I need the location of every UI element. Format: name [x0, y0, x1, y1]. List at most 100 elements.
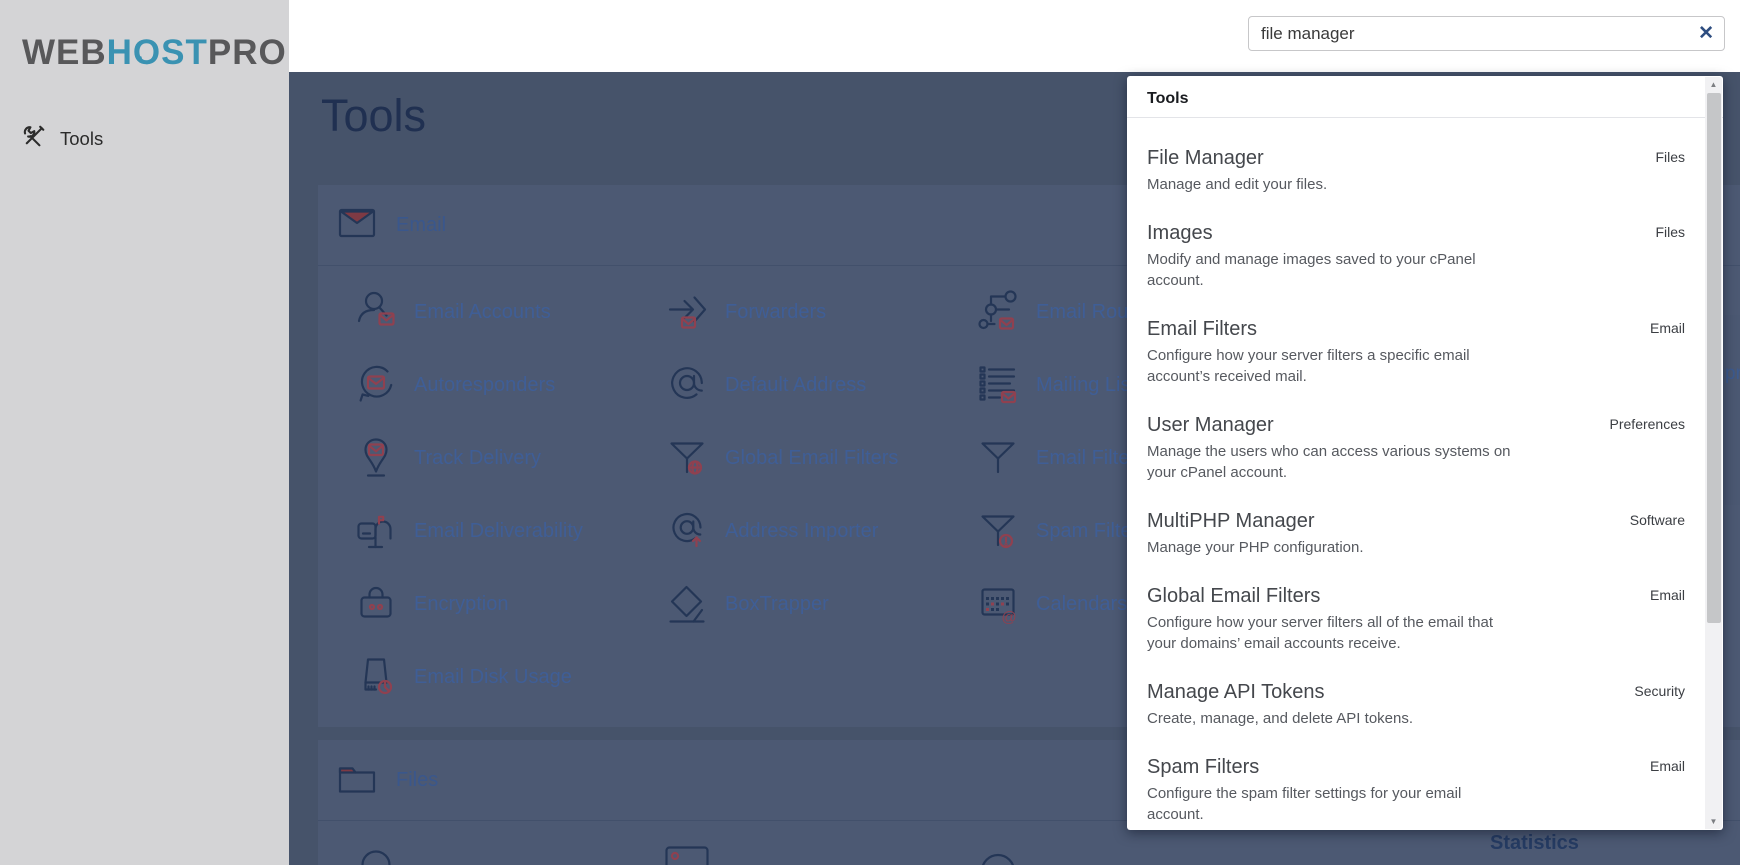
result-title: Global Email Filters [1147, 585, 1321, 607]
email-tool-link[interactable]: Email Deliverability [354, 495, 665, 568]
result-title: Spam Filters [1147, 756, 1260, 778]
global-email-filters-icon [665, 434, 709, 483]
track-delivery-icon [354, 434, 398, 483]
forwarders-icon [665, 288, 709, 337]
right-panel-sliver [1723, 315, 1740, 505]
email-tool-label: Address Importer [725, 520, 879, 542]
files-tool-link[interactable] [976, 835, 1740, 865]
result-title: File Manager [1147, 147, 1264, 169]
search-result-item[interactable]: Spam Filters Configure the spam filter s… [1147, 755, 1685, 825]
search-results-dropdown: Tools File Manager Manage and edit your … [1127, 76, 1723, 830]
sidebar: WEBHOSTPRO Tools [0, 0, 289, 865]
result-category-badge: Security [1634, 683, 1685, 699]
result-description: Manage your PHP configuration. [1147, 539, 1364, 556]
logo-web: WEB [22, 33, 107, 72]
search-result-item[interactable]: Email Filters Configure how your server … [1147, 317, 1685, 387]
statistics-section-title: Statistics [1490, 832, 1579, 854]
search-result-item[interactable]: User Manager Manage the users who can ac… [1147, 413, 1685, 483]
result-title: Images [1147, 222, 1213, 244]
results-list: File Manager Manage and edit your files.… [1127, 146, 1723, 825]
email-tool-link[interactable]: Forwarders [665, 276, 976, 349]
files-section-title: Files [396, 768, 439, 791]
search-box: ✕ [1248, 16, 1725, 51]
search-result-item[interactable]: Manage API Tokens Create, manage, and de… [1147, 680, 1685, 729]
search-result-item[interactable]: File Manager Manage and edit your files.… [1147, 146, 1685, 195]
email-tool-label: Global Email Filters [725, 447, 899, 469]
files-partial-3-icon [976, 835, 1020, 865]
result-description: Create, manage, and delete API tokens. [1147, 710, 1414, 727]
files-partial-2-icon [665, 835, 709, 865]
result-category-badge: Files [1655, 149, 1685, 165]
page-title: Tools [321, 90, 427, 141]
result-description: Modify and manage images saved to your c… [1147, 251, 1476, 289]
result-title: MultiPHP Manager [1147, 510, 1315, 532]
results-divider [1127, 117, 1723, 118]
search-input[interactable] [1249, 17, 1724, 50]
result-category-badge: Email [1649, 758, 1685, 774]
dropdown-scrollbar[interactable]: ▲ ▼ [1705, 77, 1722, 829]
email-tool-link[interactable]: Global Email Filters [665, 422, 976, 495]
email-tool-label: BoxTrapper [725, 593, 829, 615]
files-section-icon [338, 762, 376, 799]
email-section-title: Email [396, 213, 447, 236]
search-result-item[interactable]: Images Modify and manage images saved to… [1147, 221, 1685, 291]
result-description: Configure how your server filters a spec… [1147, 347, 1470, 385]
email-tool-link[interactable]: Address Importer [665, 495, 976, 568]
search-result-item[interactable]: MultiPHP Manager Manage your PHP configu… [1147, 509, 1685, 558]
result-category-badge: Files [1655, 224, 1685, 240]
result-category-badge: Preferences [1609, 416, 1685, 432]
email-tool-label: Autoresponders [414, 374, 556, 396]
result-category-badge: Software [1629, 512, 1685, 528]
email-tool-label: Forwarders [725, 301, 827, 323]
autoresponders-icon [354, 361, 398, 410]
email-tool-label: Encryption [414, 593, 509, 615]
address-importer-icon [665, 507, 709, 556]
email-tool-link[interactable]: Track Delivery [354, 422, 665, 495]
result-description: Configure how your server filters all of… [1147, 614, 1493, 652]
result-description: Manage and edit your files. [1147, 176, 1328, 193]
email-tool-label: Email Accounts [414, 301, 551, 323]
default-address-icon [665, 361, 709, 410]
email-accounts-icon [354, 288, 398, 337]
files-tool-link[interactable] [665, 835, 976, 865]
result-category-badge: Email [1649, 587, 1685, 603]
mailing-lists-icon [976, 361, 1020, 410]
files-tool-link[interactable] [354, 835, 665, 865]
email-tool-label: Email Deliverability [414, 520, 583, 542]
email-tool-label: Default Address [725, 374, 867, 396]
clear-search-icon[interactable]: ✕ [1698, 21, 1714, 47]
scrollbar-thumb[interactable] [1706, 93, 1721, 623]
encryption-icon [354, 580, 398, 629]
logo-host: HOST [106, 33, 208, 72]
result-title: Manage API Tokens [1147, 681, 1325, 703]
email-tool-link[interactable]: Default Address [665, 349, 976, 422]
email-routing-icon [976, 288, 1020, 337]
files-partial-1-icon [354, 835, 398, 865]
domain-text-fragment: pro [1725, 363, 1740, 384]
sidebar-item-tools-label: Tools [60, 128, 104, 149]
email-disk-usage-icon [354, 653, 398, 702]
tools-wrench-icon [22, 125, 45, 153]
top-header: ✕ [289, 0, 1740, 72]
search-result-item[interactable]: Global Email Filters Configure how your … [1147, 584, 1685, 654]
email-tool-link[interactable]: Encryption [354, 568, 665, 641]
scrollbar-down-icon[interactable]: ▼ [1705, 817, 1722, 826]
email-tool-link[interactable]: Email Disk Usage [354, 641, 665, 714]
scrollbar-up-icon[interactable]: ▲ [1705, 80, 1722, 89]
email-filters-icon [976, 434, 1020, 483]
svg-text:@: @ [1001, 609, 1016, 624]
result-title: Email Filters [1147, 318, 1258, 340]
result-description: Configure the spam filter settings for y… [1147, 785, 1462, 823]
logo-pro: PRO [207, 33, 287, 72]
email-tool-link[interactable]: Autoresponders [354, 349, 665, 422]
calendars-contacts-icon: @ [976, 580, 1020, 629]
email-tool-label: Email Disk Usage [414, 666, 572, 688]
boxtrapper-icon [665, 580, 709, 629]
email-tool-link[interactable]: Email Accounts [354, 276, 665, 349]
sidebar-item-tools[interactable]: Tools [22, 125, 103, 153]
webhostpro-logo: WEBHOSTPRO [22, 33, 287, 73]
email-section-icon [338, 207, 376, 244]
results-group-title: Tools [1147, 90, 1189, 107]
spam-filters-icon [976, 507, 1020, 556]
email-tool-link[interactable]: BoxTrapper [665, 568, 976, 641]
